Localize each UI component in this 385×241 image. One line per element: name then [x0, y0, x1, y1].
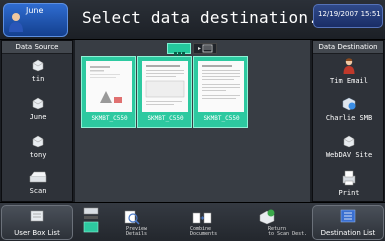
- source-item-label: June: [29, 113, 47, 121]
- destination-list-button[interactable]: Destination List: [312, 205, 384, 240]
- document-thumbnail[interactable]: SKMBT_C550: [81, 56, 136, 128]
- source-item-tin[interactable]: tin: [2, 56, 74, 92]
- page-preview: [86, 61, 132, 112]
- destination-item-print[interactable]: Print: [313, 168, 385, 204]
- data-source-panel: Data Source tin June tony Scan: [1, 40, 73, 202]
- destination-item-charlie-smb[interactable]: Charlie SMB: [313, 94, 385, 130]
- preview-details-button[interactable]: Preview Details: [118, 207, 158, 239]
- document-label: SKMBT_C550: [147, 115, 184, 122]
- page-preview: [198, 61, 244, 112]
- list-view-button[interactable]: [193, 43, 217, 54]
- document-label: SKMBT_C550: [203, 115, 240, 122]
- user-box-list-button[interactable]: User Box List: [1, 205, 73, 240]
- return-icon: [259, 209, 275, 225]
- scanner-icon: [29, 171, 47, 183]
- source-item-label: tin: [31, 75, 45, 83]
- view-toggle[interactable]: [167, 43, 217, 57]
- destination-item-label: WebDAV Site: [325, 151, 373, 159]
- preview-details-label: Preview Details: [126, 226, 148, 237]
- user-badge[interactable]: June: [3, 3, 68, 37]
- user-icon: [9, 13, 23, 32]
- bottom-toolbar: User Box List Preview Details Combine Docu…: [0, 202, 385, 241]
- magnifier-icon: [124, 210, 140, 225]
- source-item-label: tony: [29, 151, 47, 159]
- combine-documents-button[interactable]: Combine Documents: [182, 207, 228, 239]
- user-name: June: [26, 6, 44, 15]
- destination-item-label: Charlie SMB: [325, 114, 373, 122]
- source-item-tony[interactable]: tony: [2, 132, 74, 168]
- webdav-icon: [343, 135, 355, 148]
- page-preview: [142, 61, 188, 112]
- user-box-list-label: User Box List: [14, 229, 60, 237]
- user-box-icon: [32, 97, 44, 110]
- network-folder-icon: [342, 97, 356, 111]
- return-to-scan-dest-button[interactable]: Return to Scan Dest.: [256, 207, 310, 239]
- user-box-list-icon: [30, 210, 44, 222]
- printer-icon: [342, 170, 356, 186]
- source-item-june[interactable]: June: [2, 94, 74, 130]
- data-destination-title: Data Destination: [313, 41, 383, 54]
- return-to-scan-dest-label: Return to Scan Dest.: [268, 226, 308, 237]
- document-label: SKMBT_C550: [91, 115, 128, 122]
- person-icon: [343, 58, 355, 74]
- user-box-icon: [32, 59, 44, 72]
- data-destination-panel: Data Destination Tim Email Charlie SMB W…: [312, 40, 384, 202]
- data-source-title: Data Source: [2, 41, 72, 54]
- source-item-scan[interactable]: Scan: [2, 168, 74, 204]
- destination-item-label: Print: [338, 189, 360, 197]
- document-thumbnail[interactable]: SKMBT_C550: [193, 56, 248, 128]
- destination-item-webdav-site[interactable]: WebDAV Site: [313, 132, 385, 168]
- source-item-label: Scan: [29, 187, 47, 195]
- datetime-display: 12/19/2007 15:51: [313, 4, 383, 28]
- document-area: SKMBT_C550 SKMBT_C550 SKMBT_C550: [75, 40, 310, 202]
- list-icon: [198, 44, 213, 53]
- thumbnail-view-button[interactable]: [167, 43, 191, 57]
- document-thumbnail[interactable]: SKMBT_C550: [137, 56, 192, 128]
- scanner-panel-icon: [83, 207, 99, 233]
- destination-item-label: Tim Email: [330, 77, 368, 85]
- destination-list-label: Destination List: [320, 229, 376, 237]
- destination-item-tim-email[interactable]: Tim Email: [313, 56, 385, 92]
- page-title: Select data destination.: [82, 8, 318, 27]
- user-box-icon: [32, 135, 44, 148]
- combine-icon: [192, 212, 212, 224]
- combine-documents-label: Combine Documents: [190, 226, 218, 237]
- destination-list-icon: [340, 209, 356, 223]
- document-thumbnails: SKMBT_C550 SKMBT_C550 SKMBT_C550: [78, 56, 248, 128]
- header-bar: June Select data destination. 12/19/2007…: [0, 0, 385, 40]
